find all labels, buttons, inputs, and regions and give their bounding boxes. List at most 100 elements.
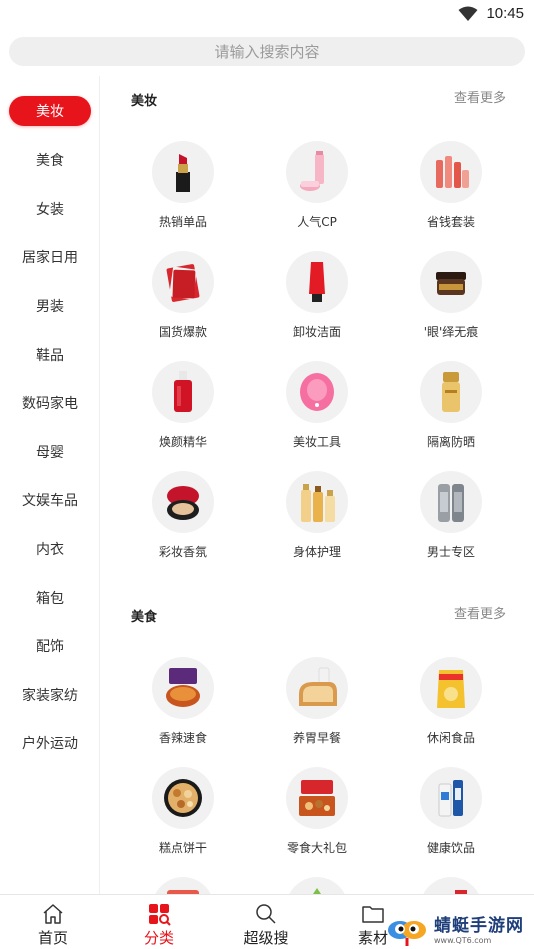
category-icon	[149, 904, 171, 926]
cushion-compact-icon	[152, 471, 214, 533]
category-cell[interactable]: 糕点饼干	[128, 767, 238, 867]
nav-super-search[interactable]: 超级搜	[213, 895, 319, 949]
sidebar-item-bags[interactable]: 箱包	[0, 580, 100, 616]
search-input[interactable]: 请输入搜索内容	[9, 37, 525, 66]
body-care-bottles-icon	[286, 471, 348, 533]
sidebar-item-womens-wear[interactable]: 女装	[0, 191, 100, 227]
category-label: 健康饮品	[426, 841, 475, 855]
sidebar-item-outdoor[interactable]: 户外运动	[0, 725, 100, 761]
category-label: 休闲食品	[426, 731, 475, 745]
category-cell[interactable]: 休闲食品	[396, 657, 506, 757]
category-label: 彩妆香氛	[158, 545, 207, 559]
category-cell[interactable]: 彩妆香氛	[128, 471, 238, 571]
nav-home[interactable]: 首页	[0, 895, 106, 949]
sidebar-item-home-textile[interactable]: 家装家纺	[0, 677, 100, 713]
sidebar-item-label: 美妆	[9, 96, 91, 126]
sidebar-item-label: 鞋品	[36, 348, 64, 364]
search-placeholder: 请输入搜索内容	[214, 43, 320, 61]
category-cell[interactable]: 男士专区	[396, 471, 506, 571]
category-label: 美妆工具	[292, 435, 341, 449]
sidebar-item-accessories[interactable]: 配饰	[0, 628, 100, 664]
category-cell[interactable]: 隔离防晒	[396, 361, 506, 461]
view-more-food-link[interactable]: 查看更多	[454, 603, 506, 622]
category-label: 糕点饼干	[158, 841, 207, 855]
category-label: 焕颜精华	[158, 435, 207, 449]
sidebar-item-food[interactable]: 美食	[0, 142, 100, 178]
category-cell[interactable]	[128, 877, 238, 894]
sidebar-item-household[interactable]: 居家日用	[0, 239, 100, 275]
category-cell[interactable]: 香辣速食	[128, 657, 238, 757]
serum-bottle-icon	[152, 361, 214, 423]
sidebar-item-label: 美食	[36, 153, 64, 169]
category-cell[interactable]	[396, 877, 506, 894]
sidebar-item-label: 家装家纺	[22, 688, 78, 704]
sidebar-item-electronics[interactable]: 数码家电	[0, 385, 100, 421]
sidebar-item-baby[interactable]: 母婴	[0, 434, 100, 470]
food-item-icon	[152, 877, 214, 894]
sidebar-item-label: 箱包	[36, 591, 64, 607]
category-label: 省钱套装	[426, 215, 475, 229]
sidebar-item-underwear[interactable]: 内衣	[0, 531, 100, 567]
sidebar-item-label: 文娱车品	[22, 493, 78, 509]
face-mask-icon	[152, 251, 214, 313]
category-label: 人气CP	[297, 215, 337, 229]
category-cell[interactable]: 省钱套装	[396, 141, 506, 241]
wifi-icon	[458, 6, 478, 21]
nav-label: 素材	[357, 929, 388, 947]
gift-box-icon	[286, 767, 348, 829]
nav-label: 超级搜	[243, 929, 289, 947]
category-label: 卸妆洁面	[292, 325, 341, 339]
skincare-bottles-icon	[286, 141, 348, 203]
bread-icon	[286, 657, 348, 719]
section-title-food: 美食	[131, 610, 158, 625]
lipstick-icon	[152, 141, 214, 203]
view-more-makeup-link[interactable]: 查看更多	[454, 87, 506, 106]
sidebar-item-label: 数码家电	[22, 396, 78, 412]
sidebar-item-label: 男装	[36, 299, 64, 315]
sidebar-item-makeup[interactable]: 美妆	[0, 93, 100, 129]
sidebar-item-label: 配饰	[36, 639, 64, 655]
category-label: 男士专区	[426, 545, 475, 559]
category-cell[interactable]: '眼'绎无痕	[396, 251, 506, 351]
status-bar: 10:45	[0, 0, 534, 30]
sidebar-item-label: 女装	[36, 202, 64, 218]
category-label: '眼'绎无痕	[423, 325, 479, 339]
eye-cream-jar-icon	[420, 251, 482, 313]
sidebar-item-entertainment-auto[interactable]: 文娱车品	[0, 482, 100, 518]
category-cell[interactable]: 人气CP	[262, 141, 372, 241]
category-label: 零食大礼包	[286, 841, 347, 855]
category-cell[interactable]	[262, 877, 372, 894]
watermark-title: 蜻蜓手游网	[434, 915, 524, 936]
folder-icon	[362, 906, 384, 923]
category-cell[interactable]: 美妆工具	[262, 361, 372, 461]
category-cell[interactable]: 健康饮品	[396, 767, 506, 867]
category-cell[interactable]: 零食大礼包	[262, 767, 372, 867]
sidebar-item-shoes[interactable]: 鞋品	[0, 337, 100, 373]
nav-label: 首页	[37, 929, 68, 947]
category-cell[interactable]: 热销单品	[128, 141, 238, 241]
category-sidebar: 美妆 美食 女装 居家日用 男装 鞋品 数码家电 母婴 文娱车品 内衣 箱包 配…	[0, 76, 100, 894]
home-icon	[43, 904, 63, 924]
category-cell[interactable]: 焕颜精华	[128, 361, 238, 461]
category-label: 国货爆款	[158, 325, 207, 339]
nav-label: 分类	[143, 929, 174, 947]
category-cell[interactable]: 国货爆款	[128, 251, 238, 351]
nav-category[interactable]: 分类	[106, 895, 212, 949]
skincare-set-icon	[420, 141, 482, 203]
sidebar-item-mens-wear[interactable]: 男装	[0, 288, 100, 324]
category-label: 香辣速食	[158, 731, 207, 745]
category-content: 美妆 查看更多 热销单品 人气CP 省钱套装 国货爆款 卸妆洁面 '眼'绎无痕 …	[101, 76, 534, 894]
sidebar-item-label: 户外运动	[22, 736, 78, 752]
category-cell[interactable]: 养胃早餐	[262, 657, 372, 757]
food-item-icon	[286, 877, 348, 894]
sunscreen-icon	[420, 361, 482, 423]
cleansing-brush-icon	[286, 361, 348, 423]
category-cell[interactable]: 卸妆洁面	[262, 251, 372, 351]
milk-carton-icon	[420, 767, 482, 829]
section-title-makeup: 美妆	[131, 94, 158, 109]
category-cell[interactable]: 身体护理	[262, 471, 372, 571]
search-icon	[256, 904, 276, 924]
sidebar-item-label: 居家日用	[22, 250, 78, 266]
watermark-url: www.QT6.com	[434, 935, 492, 945]
cleanser-tube-icon	[286, 251, 348, 313]
